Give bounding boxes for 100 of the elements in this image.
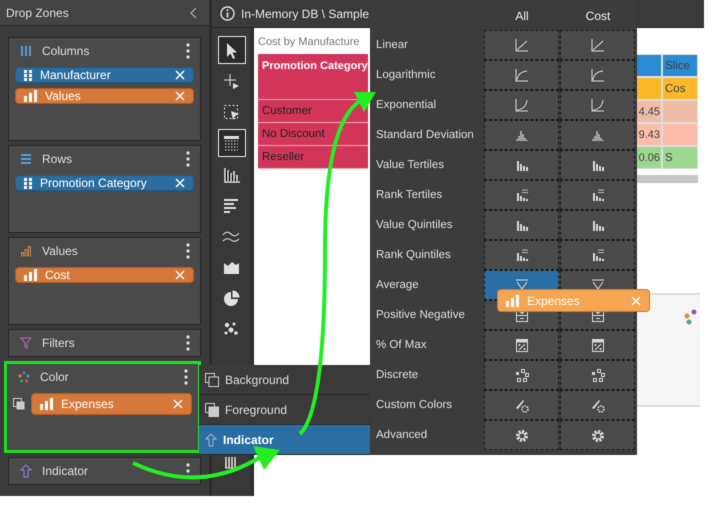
measure-bars-icon [40, 398, 53, 410]
option-cell[interactable] [484, 360, 559, 390]
info-icon[interactable] [220, 6, 235, 21]
row-header-cell: No Discount [258, 123, 368, 146]
scrollbar[interactable] [636, 175, 698, 183]
percent-icon [590, 338, 606, 352]
menu-item[interactable]: Exponential [370, 90, 484, 120]
swatch-icon [205, 372, 219, 386]
option-cell[interactable] [560, 210, 635, 240]
option-cell[interactable] [560, 120, 635, 150]
option-cell[interactable] [560, 360, 635, 390]
document-title: In-Memory DB \ Sample [241, 6, 370, 20]
exponential-curve-icon [514, 98, 530, 112]
linear-trend-icon [590, 38, 606, 52]
exponential-curve-icon [590, 98, 606, 112]
option-cell[interactable] [560, 330, 635, 360]
option-cell[interactable] [560, 240, 635, 270]
menu-item[interactable]: Value Tertiles [370, 150, 484, 180]
option-cell[interactable] [484, 120, 559, 150]
menu-item[interactable]: Standard Deviation [370, 120, 484, 150]
submenu-item[interactable]: Background [199, 365, 370, 395]
option-cell[interactable] [484, 60, 559, 90]
option-cell[interactable] [484, 180, 559, 210]
row-header-cell: Customer [258, 100, 368, 123]
zone-label: Columns [42, 44, 90, 58]
collapse-chevron-icon[interactable] [189, 6, 197, 18]
columns-icon [20, 45, 32, 57]
option-cell[interactable] [560, 180, 635, 210]
up-arrow-icon [20, 464, 32, 478]
close-icon[interactable] [173, 399, 183, 409]
option-cell[interactable] [560, 90, 635, 120]
menu-item[interactable]: Value Quintiles [370, 210, 484, 240]
menu-item[interactable]: Advanced [370, 420, 484, 450]
up-arrow-icon [205, 432, 217, 446]
table-cell: S [662, 146, 698, 169]
column-header: All [514, 8, 530, 25]
option-cell[interactable] [560, 390, 635, 420]
close-icon[interactable] [175, 70, 185, 80]
zone-label: Indicator [42, 464, 90, 478]
table-icon [222, 134, 241, 152]
zone-label: Color [40, 370, 70, 384]
menu-item[interactable]: Linear [370, 30, 484, 60]
zone-label: Filters [42, 336, 76, 350]
table-cell: Cos [662, 77, 698, 100]
option-cell[interactable] [484, 420, 559, 450]
scatter-dots-drawing [682, 309, 698, 325]
close-icon[interactable] [175, 91, 185, 101]
gear-icon [590, 428, 606, 442]
log-curve-icon [590, 68, 606, 82]
field-chip[interactable]: Promotion Category [15, 175, 194, 191]
squares-icon [590, 368, 606, 382]
marquee-select-icon [222, 102, 241, 122]
values-icon [20, 245, 32, 257]
option-cell[interactable] [484, 240, 559, 270]
panel-title: Drop Zones [6, 6, 69, 20]
option-cell[interactable] [560, 420, 635, 450]
field-chip[interactable]: Manufacturer [15, 67, 194, 83]
menu-item[interactable]: Positive Negative [370, 300, 484, 330]
percent-icon [514, 338, 530, 352]
close-icon[interactable] [175, 178, 185, 188]
swatch-icon[interactable] [13, 398, 25, 410]
menu-item[interactable]: Rank Tertiles [370, 180, 484, 210]
option-cell[interactable] [484, 150, 559, 180]
menu-item[interactable]: Rank Quintiles [370, 240, 484, 270]
squares-icon [514, 368, 530, 382]
column-header: Cost [584, 8, 612, 25]
more-icon[interactable] [186, 243, 190, 259]
option-cell[interactable] [484, 390, 559, 420]
tool-button[interactable] [218, 129, 246, 157]
measure-bars-icon [24, 269, 37, 281]
submenu-item[interactable]: Indicator [199, 425, 370, 455]
submenu-item[interactable]: Foreground [199, 395, 370, 425]
report-title: Cost by Manufacture [258, 36, 360, 48]
menu-item[interactable]: Custom Colors [370, 390, 484, 420]
option-cell[interactable] [560, 60, 635, 90]
menu-item[interactable]: Discrete [370, 360, 484, 390]
more-icon[interactable] [186, 151, 190, 167]
brush-gear-icon [590, 398, 606, 412]
row-header-cell: Reseller [258, 146, 368, 169]
menu-item[interactable]: Average [370, 270, 484, 300]
rows-icon [20, 153, 32, 165]
measure-bars-icon [24, 90, 37, 102]
pie-chart-icon [222, 288, 241, 308]
more-icon[interactable] [184, 369, 188, 385]
option-cell[interactable] [484, 330, 559, 360]
more-icon[interactable] [186, 335, 190, 351]
menu-item[interactable]: Logarithmic [370, 60, 484, 90]
option-cell[interactable] [484, 210, 559, 240]
zone-label: Rows [42, 152, 74, 166]
more-icon[interactable] [186, 43, 190, 59]
option-cell[interactable] [484, 30, 559, 60]
option-cell[interactable] [560, 30, 635, 60]
close-icon[interactable] [175, 270, 185, 280]
option-cell[interactable] [484, 90, 559, 120]
tool-button[interactable] [218, 36, 246, 64]
menu-item[interactable]: % Of Max [370, 330, 484, 360]
dimension-grid-icon [24, 70, 32, 80]
header-cell: Promotion Category [258, 54, 368, 100]
option-cell[interactable] [560, 150, 635, 180]
zone-label: Values [42, 244, 79, 258]
